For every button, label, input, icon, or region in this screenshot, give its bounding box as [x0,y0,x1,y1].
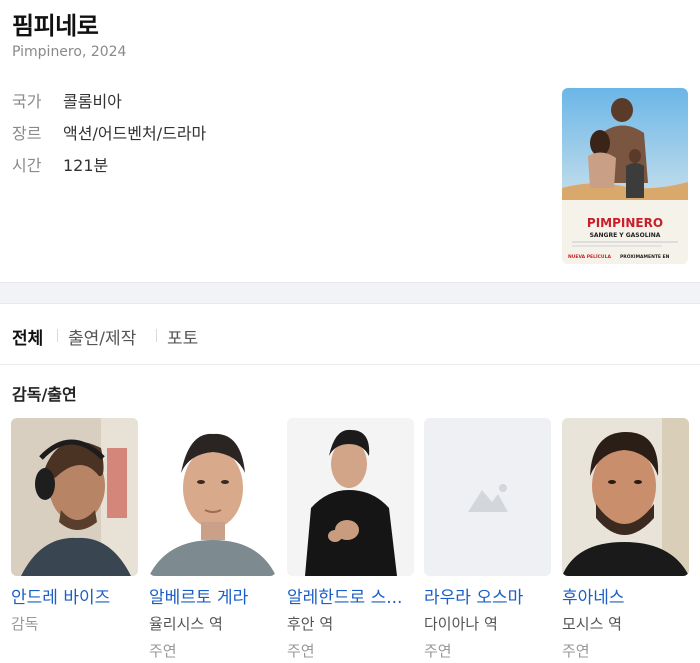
info-value: 액션/어드벤처/드라마 [63,124,207,143]
cast-billing: 주연 [287,642,315,660]
info-row-genre: 장르 액션/어드벤처/드라마 [12,120,206,144]
cast-role: 후안 역 [287,615,334,633]
tab-all[interactable]: 전체 [12,324,43,349]
cast-card[interactable]: 라우라 오스마 다이아나 역 주연 [424,418,551,661]
cast-name[interactable]: 알레한드로 스... [287,583,414,608]
cast-role: 율리시스 역 [149,615,223,633]
cast-card[interactable]: 후아네스 모시스 역 주연 [562,418,689,661]
cast-photo[interactable] [562,418,689,576]
info-key: 국가 [12,92,42,111]
info-key: 장르 [12,124,42,143]
cast-billing: 주연 [562,642,590,660]
movie-subtitle: Pimpinero, 2024 [12,44,127,60]
cast-name[interactable]: 알베르토 게라 [149,583,276,608]
info-value: 121분 [63,156,109,175]
cast-photo[interactable] [11,418,138,576]
cast-role: 감독 [11,615,39,633]
movie-title: 핌피네로 [12,12,99,40]
cast-role: 다이아나 역 [424,615,498,633]
svg-text:PIMPINERO: PIMPINERO [587,216,663,230]
poster-title-text: PIMPINERO SANGRE Y GASOLINA [587,216,663,239]
section-title-cast: 감독/출연 [12,385,77,404]
info-row-runtime: 시간 121분 [12,152,108,176]
cast-photo[interactable] [149,418,276,576]
info-key: 시간 [12,156,42,175]
cast-name[interactable]: 라우라 오스마 [424,583,551,608]
movie-header: 핌피네로 Pimpinero, 2024 국가 콜롬비아 장르 액션/어드벤처/드라… [0,0,700,282]
cast-role: 모시스 역 [562,615,622,633]
cast-card[interactable]: 알베르토 게라 율리시스 역 주연 [149,418,276,661]
cast-card[interactable]: 안드레 바이즈 감독 [11,418,138,634]
cast-billing: 주연 [424,642,452,660]
section-divider [0,282,700,304]
cast-name[interactable]: 안드레 바이즈 [11,583,138,608]
svg-text:SANGRE Y GASOLINA: SANGRE Y GASOLINA [590,232,661,239]
tab-separator [156,329,157,342]
tab-photos[interactable]: 포토 [167,324,198,349]
svg-text:PRÓXIMAMENTE EN: PRÓXIMAMENTE EN [620,253,670,260]
cast-photo[interactable] [424,418,551,576]
image-placeholder-icon [424,418,551,576]
cast-billing: 주연 [149,642,177,660]
movie-poster[interactable]: PIMPINERO SANGRE Y GASOLINA NUEVA PELÍCU… [562,88,688,264]
cast-photo[interactable] [287,418,414,576]
info-value: 콜롬비아 [63,92,122,111]
info-row-country: 국가 콜롬비아 [12,88,122,112]
cast-name[interactable]: 후아네스 [562,583,689,608]
tab-bar: 전체 출연/제작 포토 [0,304,700,365]
tab-cast-crew[interactable]: 출연/제작 [68,324,136,349]
cast-card[interactable]: 알레한드로 스... 후안 역 주연 [287,418,414,661]
tab-separator [57,329,58,342]
